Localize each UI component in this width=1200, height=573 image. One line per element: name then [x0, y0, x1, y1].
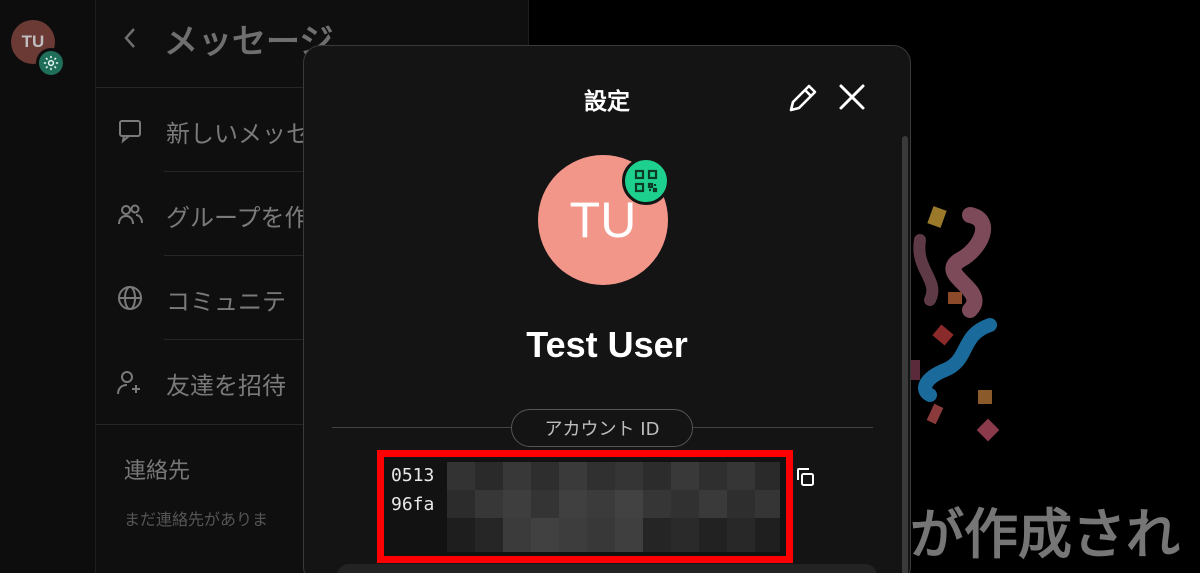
edit-pencil-icon[interactable]	[785, 80, 821, 116]
account-id-label: アカウント ID	[511, 409, 693, 447]
menu-item-label: グループを作	[166, 204, 309, 232]
copy-icon[interactable]	[793, 465, 817, 489]
redacted-mosaic	[447, 462, 780, 552]
chat-bubble-icon	[116, 116, 144, 144]
settings-modal: 設定 TU Test User アカウント ID 0513 96fa	[303, 45, 911, 573]
globe-icon	[116, 284, 144, 312]
account-id-line: 0513	[391, 465, 435, 486]
group-icon	[116, 200, 144, 228]
account-id-box[interactable]: 0513 96fa	[377, 450, 793, 563]
menu-item-label: 新しいメッセ	[166, 120, 310, 148]
left-rail: TU	[0, 0, 96, 573]
close-icon[interactable]	[835, 80, 869, 114]
background-heading: が作成され	[910, 503, 1180, 566]
next-section-card	[337, 564, 877, 573]
user-name: Test User	[526, 324, 688, 365]
account-id-line: 96fa	[391, 494, 435, 515]
confetti-illustration	[900, 200, 1020, 450]
contacts-empty-text: まだ連絡先がありま	[124, 510, 269, 529]
menu-item-label: 友達を招待	[166, 372, 286, 400]
back-chevron-icon[interactable]	[118, 24, 142, 52]
settings-gear-icon[interactable]	[36, 48, 66, 78]
qr-code-icon[interactable]	[622, 157, 670, 205]
contacts-heading: 連絡先	[124, 459, 191, 484]
menu-item-label: コミュニテ	[166, 288, 286, 316]
add-user-icon	[116, 368, 144, 396]
